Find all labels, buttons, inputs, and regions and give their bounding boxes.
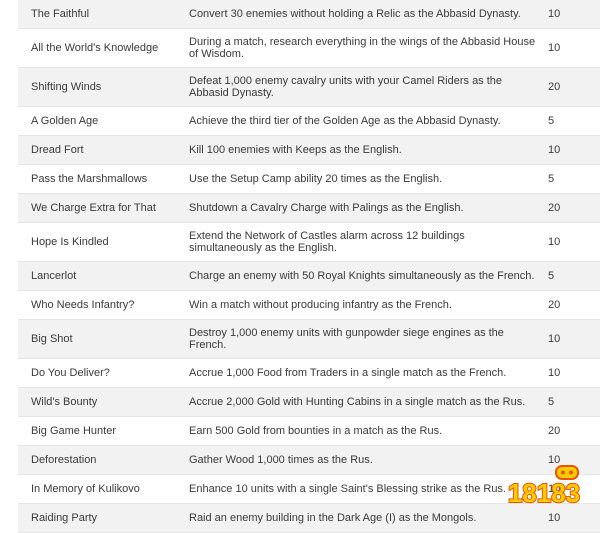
achievement-name: Big Game Hunter — [18, 416, 176, 446]
achievement-name: A Golden Age — [18, 106, 176, 136]
achievement-description: Defeat 1,000 enemy cavalry units with yo… — [176, 67, 538, 107]
achievement-description: Convert 30 enemies without holding a Rel… — [176, 0, 538, 29]
table-row: The Faithful Convert 30 enemies without … — [18, 0, 600, 29]
table-row: Dread Fort Kill 100 enemies with Keeps a… — [18, 135, 600, 165]
achievement-points: 10 — [538, 135, 600, 165]
watermark-logo: 18183 — [507, 465, 581, 509]
achievement-points: 20 — [538, 67, 600, 107]
achievement-points: 20 — [538, 193, 600, 223]
achievement-name: We Charge Extra for That — [18, 193, 176, 223]
table-row: All the World's Knowledge During a match… — [18, 28, 600, 68]
table-row: Wild's Bounty Accrue 2,000 Gold with Hun… — [18, 387, 600, 417]
achievement-name: Who Needs Infantry? — [18, 290, 176, 320]
achievement-points: 10 — [538, 0, 600, 29]
achievement-description: Accrue 2,000 Gold with Hunting Cabins in… — [176, 387, 538, 417]
achievement-description: Charge an enemy with 50 Royal Knights si… — [176, 261, 538, 291]
achievement-name: Hope Is Kindled — [18, 222, 176, 262]
table-row: Lancerlot Charge an enemy with 50 Royal … — [18, 261, 600, 291]
achievement-description: Enhance 10 units with a single Saint's B… — [176, 474, 538, 504]
achievement-name: Pass the Marshmallows — [18, 164, 176, 194]
achievement-points: 10 — [538, 319, 600, 359]
achievement-description: During a match, research everything in t… — [176, 28, 538, 68]
achievement-description: Win a match without producing infantry a… — [176, 290, 538, 320]
achievements-table: The Faithful Convert 30 enemies without … — [18, 0, 600, 533]
table-row: We Charge Extra for That Shutdown a Cava… — [18, 193, 600, 223]
achievement-description: Earn 500 Gold from bounties in a match a… — [176, 416, 538, 446]
achievement-name: Deforestation — [18, 445, 176, 475]
table-row: A Golden Age Achieve the third tier of t… — [18, 106, 600, 136]
achievement-description: Gather Wood 1,000 times as the Rus. — [176, 445, 538, 475]
achievement-name: Raiding Party — [18, 503, 176, 533]
achievement-points: 10 — [538, 358, 600, 388]
achievement-points: 5 — [538, 261, 600, 291]
table-row: Big Shot Destroy 1,000 enemy units with … — [18, 319, 600, 359]
achievement-name: All the World's Knowledge — [18, 28, 176, 68]
achievement-description: Use the Setup Camp ability 20 times as t… — [176, 164, 538, 194]
achievement-name: Do You Deliver? — [18, 358, 176, 388]
table-row: Hope Is Kindled Extend the Network of Ca… — [18, 222, 600, 262]
achievement-name: Lancerlot — [18, 261, 176, 291]
achievement-points: 10 — [538, 28, 600, 68]
achievement-points: 10 — [538, 222, 600, 262]
achievement-points: 5 — [538, 164, 600, 194]
achievement-description: Accrue 1,000 Food from Traders in a sing… — [176, 358, 538, 388]
achievement-points: 20 — [538, 416, 600, 446]
achievement-description: Kill 100 enemies with Keeps as the Engli… — [176, 135, 538, 165]
achievement-name: Dread Fort — [18, 135, 176, 165]
table-row: Pass the Marshmallows Use the Setup Camp… — [18, 164, 600, 194]
achievement-points: 5 — [538, 387, 600, 417]
achievement-name: The Faithful — [18, 0, 176, 29]
achievement-points: 5 — [538, 106, 600, 136]
table-row: Big Game Hunter Earn 500 Gold from bount… — [18, 416, 600, 446]
achievement-name: Wild's Bounty — [18, 387, 176, 417]
achievement-description: Raid an enemy building in the Dark Age (… — [176, 503, 538, 533]
achievement-description: Shutdown a Cavalry Charge with Palings a… — [176, 193, 538, 223]
table-row: Who Needs Infantry? Win a match without … — [18, 290, 600, 320]
watermark-text: 18183 — [508, 478, 580, 508]
achievement-name: In Memory of Kulikovo — [18, 474, 176, 504]
achievement-description: Extend the Network of Castles alarm acro… — [176, 222, 538, 262]
achievement-name: Shifting Winds — [18, 67, 176, 107]
achievement-description: Destroy 1,000 enemy units with gunpowder… — [176, 319, 538, 359]
achievement-name: Big Shot — [18, 319, 176, 359]
table-row: Do You Deliver? Accrue 1,000 Food from T… — [18, 358, 600, 388]
table-row: Shifting Winds Defeat 1,000 enemy cavalr… — [18, 67, 600, 107]
achievement-points: 20 — [538, 290, 600, 320]
achievement-description: Achieve the third tier of the Golden Age… — [176, 106, 538, 136]
